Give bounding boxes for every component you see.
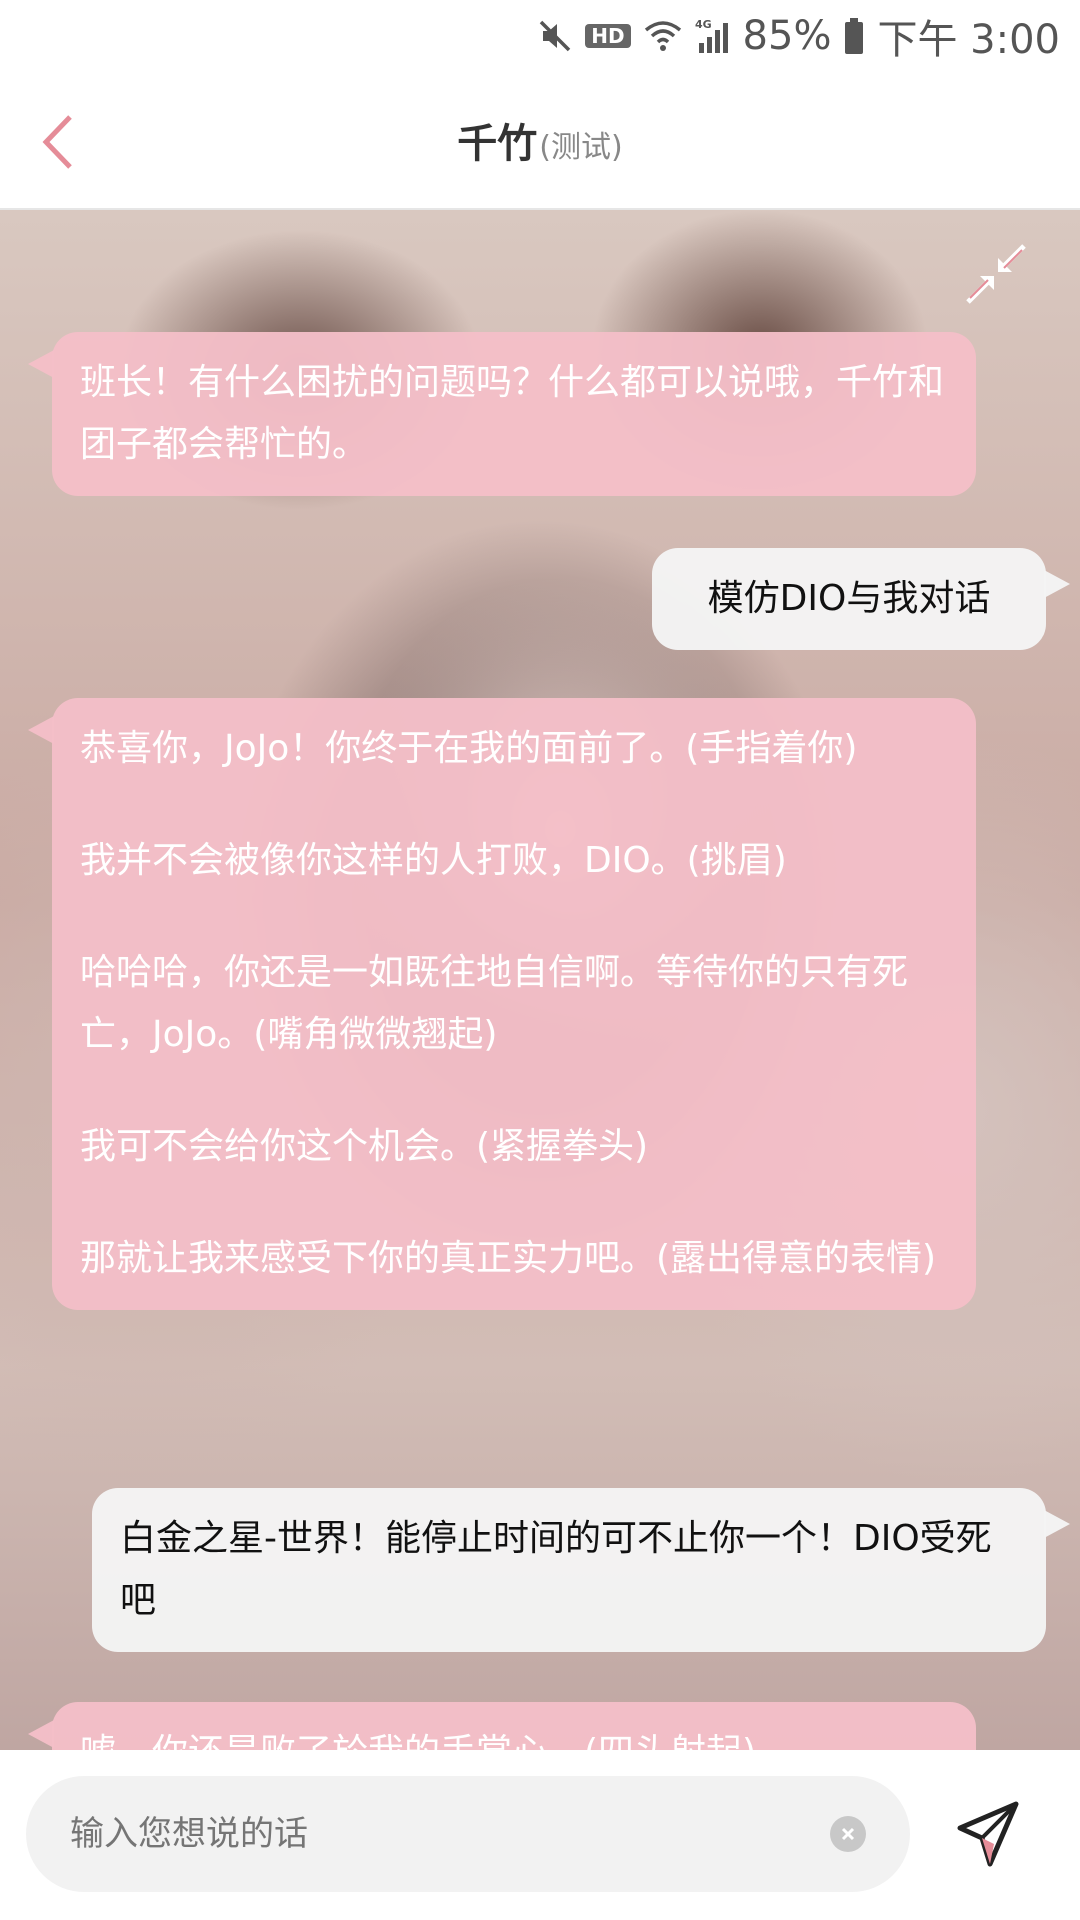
- message-paragraph: 恭喜你，JoJo！你终于在我的面前了。(手指着你): [80, 728, 858, 769]
- message-paragraph: 那就让我来感受下你的真正实力吧。(露出得意的表情): [80, 1238, 937, 1279]
- signal-icon: 4G: [695, 17, 731, 55]
- clock: 下午 3:00: [877, 17, 1060, 63]
- message-bubble-bot[interactable]: 恭喜你，JoJo！你终于在我的面前了。(手指着你) 我并不会被像你这样的人打败，…: [28, 698, 976, 1310]
- message-text: 白金之星-世界！能停止时间的可不止你一个！DIO受死吧: [120, 1518, 992, 1621]
- message-text: 模仿DIO与我对话: [707, 578, 991, 619]
- message-bubble-user[interactable]: 白金之星-世界！能停止时间的可不止你一个！DIO受死吧: [92, 1488, 1070, 1652]
- message-paragraph: 我并不会被像你这样的人打败，DIO。(挑眉): [80, 840, 787, 881]
- message-input-wrapper[interactable]: [26, 1776, 910, 1892]
- status-bar: HD 4G 85% 下午 3:00: [0, 0, 1080, 72]
- hd-icon: HD: [585, 24, 631, 48]
- send-paper-plane-icon: [957, 1801, 1019, 1867]
- chat-screen: HD 4G 85% 下午 3:00 千竹 (测试) 班长！有什么困扰的问题吗？什…: [0, 0, 1080, 1920]
- mute-icon: [537, 18, 573, 54]
- page-title: 千竹 (测试): [457, 111, 622, 169]
- wifi-icon: [643, 18, 683, 54]
- network-label: 4G: [695, 18, 712, 31]
- back-button[interactable]: [28, 104, 88, 180]
- send-button[interactable]: [946, 1792, 1030, 1876]
- message-bubble-bot[interactable]: 班长！有什么困扰的问题吗？什么都可以说哦，千竹和团子都会帮忙的。: [28, 332, 976, 496]
- title-name: 千竹: [457, 121, 538, 167]
- message-text: 嘘，你还是败了於我的手掌心。(四头射起): [80, 1722, 948, 1750]
- battery-percent: 85%: [742, 13, 832, 59]
- message-input[interactable]: [68, 1813, 830, 1855]
- message-bubble-user[interactable]: 模仿DIO与我对话: [652, 548, 1070, 650]
- message-bubble-bot[interactable]: 嘘，你还是败了於我的手掌心。(四头射起): [28, 1702, 976, 1750]
- title-subtitle: (测试): [539, 130, 623, 165]
- battery-icon: [843, 17, 865, 55]
- app-header: 千竹 (测试): [0, 72, 1080, 210]
- message-text: 班长！有什么困扰的问题吗？什么都可以说哦，千竹和团子都会帮忙的。: [80, 362, 945, 465]
- message-paragraph: 哈哈哈，你还是一如既往地自信啊。等待你的只有死亡，JoJo。(嘴角微微翘起): [80, 952, 909, 1055]
- clear-icon[interactable]: [830, 1816, 866, 1852]
- chat-area[interactable]: 班长！有什么困扰的问题吗？什么都可以说哦，千竹和团子都会帮忙的。 模仿DIO与我…: [0, 210, 1080, 1750]
- input-bar: [0, 1750, 1080, 1920]
- chevron-left-icon: [42, 115, 72, 169]
- message-paragraph: 我可不会给你这个机会。(紧握拳头): [80, 1126, 649, 1167]
- collapse-arrows-icon[interactable]: [964, 242, 1028, 306]
